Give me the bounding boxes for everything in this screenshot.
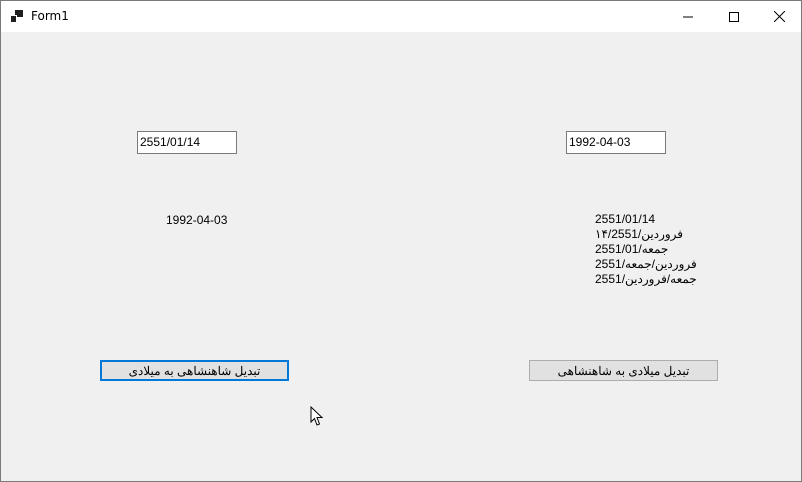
imperial-date-input[interactable]: 2551/01/14	[137, 131, 237, 154]
gregorian-result-label: 1992-04-03	[166, 213, 228, 227]
mouse-cursor-icon	[310, 406, 324, 426]
convert-gregorian-to-imperial-button[interactable]: تبدیل میلادی به شاهنشاهی	[529, 360, 718, 381]
imperial-result-line: فروردین/جمعه/2551	[595, 257, 697, 271]
app-window: Form1 2551/01/14 1992-04-03 تبدیل شاهنشا…	[0, 0, 802, 482]
imperial-results-label: 2551/01/14 فروردین/۱۴/2551 جمعه/2551/01 …	[595, 212, 697, 287]
minimize-button[interactable]	[665, 1, 711, 32]
gregorian-date-input[interactable]: 1992-04-03	[566, 131, 666, 154]
convert-imperial-to-gregorian-button[interactable]: تبدیل شاهنشاهی به میلادی	[100, 360, 289, 381]
window-title: Form1	[31, 9, 69, 23]
imperial-result-line: فروردین/۱۴/2551	[595, 227, 684, 241]
imperial-result-line: جمعه/2551/01	[595, 242, 669, 256]
maximize-button[interactable]	[711, 1, 757, 32]
close-button[interactable]	[756, 1, 802, 32]
form-client-area: 2551/01/14 1992-04-03 تبدیل شاهنشاهی به …	[1, 32, 801, 481]
imperial-result-line: جمعه/فروردین/2551	[595, 272, 697, 286]
minimize-icon	[683, 16, 693, 17]
maximize-icon	[729, 11, 739, 22]
close-icon	[773, 11, 785, 22]
app-icon	[11, 10, 23, 22]
title-bar[interactable]: Form1	[1, 1, 801, 32]
imperial-result-line: 2551/01/14	[595, 212, 656, 226]
